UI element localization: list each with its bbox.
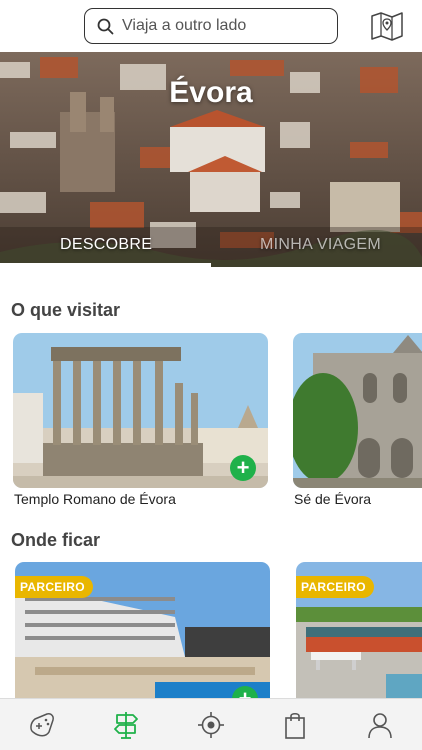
city-hero: Évora DESCOBRE MINHA VIAGEM (0, 52, 422, 267)
cathedral-image (293, 333, 422, 488)
nav-shop[interactable] (279, 709, 311, 741)
game-controller-icon (30, 713, 54, 737)
shopping-bag-icon (285, 712, 305, 739)
search-icon (97, 18, 114, 34)
partner-badge: PARCEIRO (15, 576, 93, 598)
attraction-image (293, 333, 422, 488)
search-box[interactable] (84, 8, 338, 44)
tab-discover[interactable]: DESCOBRE (60, 236, 152, 254)
top-bar (0, 0, 422, 52)
map-button[interactable] (370, 10, 404, 42)
hotel-card[interactable]: PARCEIRO (296, 562, 422, 712)
search-input[interactable] (122, 17, 312, 35)
section-title-stay: Onde ficar (11, 530, 101, 550)
section-title-visit: O que visitar (11, 300, 121, 320)
map-icon (371, 12, 403, 41)
hotel-card[interactable]: PARCEIRO + (15, 562, 270, 712)
location-target-icon (198, 712, 224, 738)
attraction-name: Templo Romano de Évora (14, 491, 176, 507)
add-to-trip-button[interactable]: + (230, 455, 256, 481)
nav-profile[interactable] (364, 709, 396, 741)
nav-games[interactable] (26, 709, 58, 741)
nav-nearby[interactable] (195, 709, 227, 741)
attraction-card[interactable]: Sé de Évora (293, 333, 422, 508)
bottom-navigation (0, 698, 422, 750)
attraction-name: Sé de Évora (294, 491, 372, 507)
attraction-card[interactable]: + Templo Romano de Évora (13, 333, 268, 508)
partner-badge: PARCEIRO (296, 576, 374, 598)
profile-icon (368, 713, 392, 739)
nav-discover[interactable] (110, 709, 142, 741)
active-tab-indicator (0, 263, 211, 267)
tab-my-trip[interactable]: MINHA VIAGEM (260, 236, 381, 254)
signpost-icon (114, 712, 138, 739)
city-title: Évora (169, 76, 253, 109)
